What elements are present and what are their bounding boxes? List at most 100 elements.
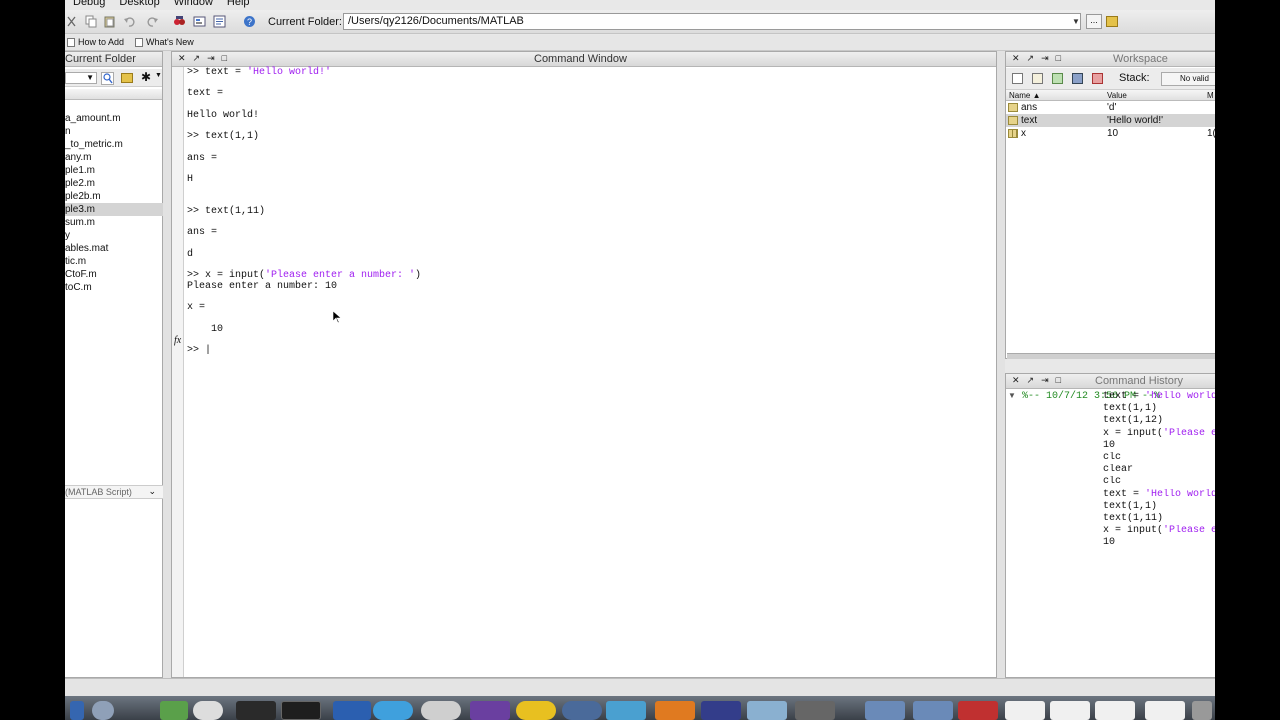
folder-history-dropdown[interactable]: ▼ [1070,14,1082,29]
history-entry[interactable]: text(1,12) [1097,415,1215,427]
file-list-item[interactable]: sum.m [65,216,163,229]
menu-debug[interactable]: Debug [73,0,105,8]
document-icon[interactable] [1005,701,1045,720]
undock-icon[interactable]: ↗ [193,53,201,64]
simulink-icon[interactable] [173,15,186,28]
function-browser-icon[interactable]: fx [174,335,181,346]
shortcut-whats-new[interactable]: What's New [135,37,194,47]
history-entry[interactable]: text = 'hello world!' [1097,391,1215,403]
history-entry[interactable]: clear [1097,464,1215,476]
folder-icon[interactable] [913,701,953,720]
skype-icon[interactable] [373,701,413,720]
collapse-session-icon[interactable]: ▼ [1008,391,1016,400]
document-icon[interactable] [1050,701,1090,720]
close-icon[interactable]: ✕ [178,53,186,64]
help-icon[interactable]: ? [243,15,256,28]
app-red-icon[interactable] [958,701,998,720]
close-icon[interactable]: ✕ [1012,53,1020,64]
file-list-item[interactable]: _to_metric.m [65,138,163,151]
history-entry[interactable]: text(1,1) [1097,501,1215,513]
paste-icon[interactable] [103,15,116,28]
copy-icon[interactable] [85,15,98,28]
finder-icon[interactable] [70,701,84,720]
system-preferences-icon[interactable] [92,701,114,720]
close-icon[interactable]: ✕ [1012,375,1020,386]
file-list-item[interactable]: a_amount.m [65,112,163,125]
file-list-item[interactable]: toC.m [65,281,163,294]
file-list-item[interactable]: CtoF.m [65,268,163,281]
file-list-header[interactable] [65,89,162,100]
dock-arrow-icon[interactable]: ⇥ [1041,53,1049,64]
command-output[interactable]: >> text = 'Hello world!' text = Hello worl… [187,67,421,357]
history-entry[interactable]: x = input('Please enter a num [1097,525,1215,537]
workspace-row[interactable]: ans 'd' [1006,101,1215,114]
app-yellow-icon[interactable] [516,701,556,720]
folder-icon[interactable] [865,701,905,720]
new-folder-icon[interactable] [121,73,133,83]
app-purple-icon[interactable] [470,701,510,720]
workspace-row[interactable]: text 'Hello world!' [1006,114,1215,127]
new-variable-icon[interactable] [1012,73,1023,84]
dock-arrow-icon[interactable]: ⇥ [207,53,215,64]
save-icon[interactable] [1072,73,1083,84]
redo-icon[interactable] [146,15,159,28]
history-entry[interactable]: x = input('Please enter a num [1097,428,1215,440]
maximize-icon[interactable]: □ [1056,375,1061,386]
column-name-header[interactable]: Name ▲ [1009,90,1040,101]
maximize-icon[interactable]: □ [1056,53,1061,64]
app-navy-icon[interactable] [701,701,741,720]
gear-dropdown-icon[interactable]: ▼ [155,72,162,79]
history-entry[interactable]: clc [1097,452,1215,464]
app-grey-icon[interactable] [421,701,461,720]
column-more-header[interactable]: M [1207,90,1214,101]
folder-path-dropdown[interactable]: ▼ [65,72,97,84]
activity-monitor-icon[interactable] [236,701,276,720]
trash-icon[interactable] [1192,701,1212,720]
history-entry[interactable]: text(1,1) [1097,403,1215,415]
file-list-item[interactable]: ple3.m [65,203,163,216]
left-splitter[interactable] [163,51,171,678]
details-bar[interactable]: (MATLAB Script) ⌄ [65,485,163,499]
column-value-header[interactable]: Value [1107,90,1127,101]
workspace-row[interactable]: x 10 1( [1006,127,1215,140]
history-entry[interactable]: 10 [1097,440,1215,452]
maximize-icon[interactable]: □ [222,53,227,64]
guide-icon[interactable] [193,15,206,28]
dock-arrow-icon[interactable]: ⇥ [1041,375,1049,386]
cut-icon[interactable] [65,15,78,28]
document-icon[interactable] [1095,701,1135,720]
imovie-icon[interactable] [795,701,835,720]
undock-icon[interactable]: ↗ [1027,53,1035,64]
app-circle-icon[interactable] [193,701,223,720]
menu-help[interactable]: Help [227,0,250,8]
terminal-icon[interactable] [281,701,321,720]
history-entry[interactable]: text = 'Hello world!' [1097,489,1215,501]
profiler-icon[interactable] [213,15,226,28]
file-list-item[interactable]: y [65,229,163,242]
app-blue-icon[interactable] [606,701,646,720]
shortcut-how-to-add[interactable]: How to Add [67,37,124,47]
file-list-item[interactable]: tic.m [65,255,163,268]
current-folder-path-field[interactable]: /Users/qy2126/Documents/MATLAB [343,13,1081,30]
open-variable-icon[interactable] [1032,73,1043,84]
app-green-icon[interactable] [160,701,188,720]
file-list-item[interactable]: ple2b.m [65,190,163,203]
word-icon[interactable] [333,701,371,720]
file-list-item[interactable]: ables.mat [65,242,163,255]
file-list-item[interactable]: ple1.m [65,164,163,177]
stack-dropdown[interactable]: No valid [1161,72,1215,86]
import-data-icon[interactable] [1052,73,1063,84]
delete-icon[interactable] [1092,73,1103,84]
browse-folder-button[interactable]: ... [1086,14,1102,29]
file-list-item[interactable]: ple2.m [65,177,163,190]
file-list-item[interactable]: any.m [65,151,163,164]
file-list-item[interactable]: n [65,125,163,138]
menu-desktop[interactable]: Desktop [119,0,159,8]
up-folder-icon[interactable] [1106,16,1118,27]
gear-icon[interactable]: ✱ [141,70,151,84]
history-entry[interactable]: clc [1097,476,1215,488]
search-icon[interactable] [101,72,114,85]
undock-icon[interactable]: ↗ [1027,375,1035,386]
browser-icon[interactable] [562,701,602,720]
history-entry[interactable]: text(1,11) [1097,513,1215,525]
